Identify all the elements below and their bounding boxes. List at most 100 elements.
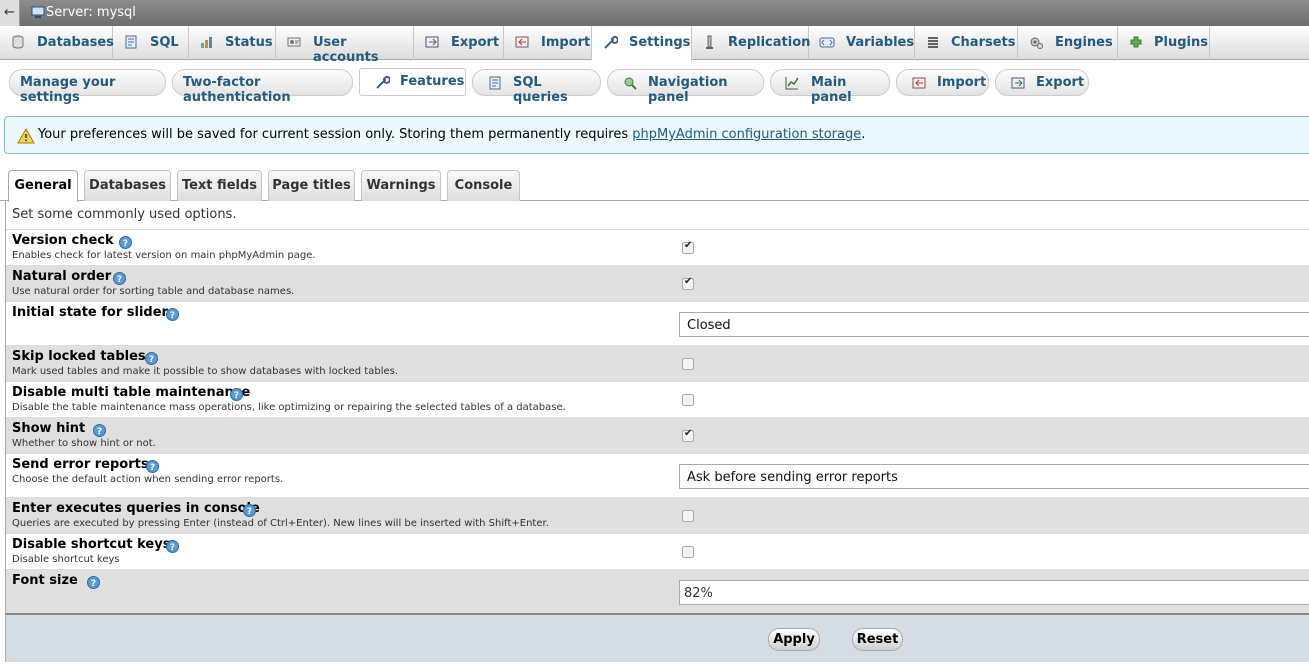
- subtab-label: Navigation panel: [648, 75, 728, 105]
- error-reports-select[interactable]: Ask before sending error reports: [679, 464, 1309, 489]
- charsets-icon: [928, 37, 938, 48]
- subtab-import[interactable]: Import: [896, 69, 989, 96]
- svg-text:?: ?: [117, 275, 122, 285]
- subtab-label: Manage your settings: [20, 75, 116, 105]
- tab-charsets[interactable]: Charsets: [915, 26, 1018, 60]
- database-icon: [12, 35, 24, 49]
- setting-description: Enables check for latest version on main…: [12, 250, 316, 261]
- subtab-export[interactable]: Export: [995, 69, 1089, 96]
- svg-text:?: ?: [170, 311, 175, 321]
- tab-page-titles[interactable]: Page titles: [268, 170, 355, 201]
- tab-user-accounts[interactable]: User accounts: [276, 26, 414, 65]
- tab-status[interactable]: Status: [189, 26, 276, 60]
- tab-label: Warnings: [366, 178, 436, 193]
- export-icon: [1011, 77, 1025, 89]
- server-icon: [31, 6, 45, 18]
- tab-text-fields[interactable]: Text fields: [177, 170, 262, 201]
- tab-sql[interactable]: SQL: [113, 26, 189, 60]
- show-hint-checkbox[interactable]: [682, 428, 694, 442]
- tab-label: Export: [451, 35, 500, 50]
- server-breadcrumb[interactable]: Server: mysql: [46, 5, 136, 20]
- user-accounts-icon: [287, 37, 301, 47]
- tab-databases-settings[interactable]: Databases: [84, 170, 171, 201]
- initial-sliders-select[interactable]: Closed: [679, 312, 1309, 337]
- tab-label: Status: [225, 35, 273, 50]
- collapse-navigation-button[interactable]: ←: [0, 0, 20, 26]
- setting-row-initial-sliders: Initial state for sliders ? Closed: [6, 301, 1309, 345]
- natural-order-checkbox[interactable]: [682, 276, 694, 290]
- tab-label: Import: [541, 35, 591, 50]
- shortcut-keys-checkbox[interactable]: [682, 546, 694, 558]
- subtab-sql-queries[interactable]: SQL queries: [472, 69, 601, 105]
- engines-icon: [1030, 37, 1043, 49]
- tab-databases[interactable]: Databases: [0, 26, 114, 60]
- replication-icon: [706, 35, 713, 49]
- config-storage-link[interactable]: phpMyAdmin configuration storage: [632, 127, 861, 142]
- help-icon[interactable]: ?: [166, 308, 179, 321]
- help-icon[interactable]: ?: [119, 236, 132, 249]
- status-icon: [201, 37, 212, 48]
- tab-general[interactable]: General: [8, 170, 78, 202]
- svg-text:?: ?: [97, 427, 102, 437]
- setting-label: Font size: [12, 573, 78, 588]
- tab-plugins[interactable]: Plugins: [1118, 26, 1210, 60]
- tab-settings[interactable]: Settings: [592, 26, 692, 61]
- help-icon[interactable]: ?: [113, 272, 126, 285]
- subtab-label: Export: [1036, 75, 1085, 90]
- subtab-label: Main panel: [811, 75, 852, 105]
- help-icon[interactable]: ?: [146, 460, 159, 473]
- form-intro: Set some commonly used options.: [12, 207, 237, 222]
- help-icon[interactable]: ?: [93, 424, 106, 437]
- tab-label: Console: [454, 178, 513, 193]
- help-icon[interactable]: ?: [243, 504, 256, 517]
- sql-icon: [489, 76, 501, 90]
- enter-executes-checkbox[interactable]: [682, 510, 694, 522]
- setting-label: Show hint: [12, 421, 86, 436]
- tab-console[interactable]: Console: [447, 170, 520, 201]
- subtab-two-factor[interactable]: Two-factor authentication: [172, 69, 353, 105]
- setting-description: Mark used tables and make it possible to…: [12, 366, 399, 377]
- setting-label: Initial state for sliders: [12, 305, 176, 320]
- tab-variables[interactable]: Variables: [809, 26, 915, 60]
- apply-button[interactable]: Apply: [768, 628, 820, 651]
- settings-submenu: Manage your settings Two-factor authenti…: [0, 60, 1309, 108]
- skip-locked-checkbox[interactable]: [682, 358, 694, 370]
- settings-tabs: General Databases Text fields Page title…: [0, 170, 1309, 202]
- reset-button[interactable]: Reset: [852, 628, 903, 651]
- tab-label: Databases: [37, 35, 114, 50]
- notice-text-block: Your preferences will be saved for curre…: [38, 127, 865, 142]
- setting-row-error-reports: Send error reports ? Choose the default …: [6, 453, 1309, 497]
- tab-label: Variables: [846, 35, 915, 50]
- setting-label: Send error reports: [12, 457, 149, 472]
- tab-engines[interactable]: Engines: [1018, 26, 1118, 60]
- setting-label: Enter executes queries in console: [12, 501, 260, 516]
- setting-row-shortcut-keys: Disable shortcut keys ? Disable shortcut…: [6, 533, 1309, 569]
- export-icon: [425, 36, 439, 48]
- tab-label: Databases: [89, 178, 166, 193]
- help-icon[interactable]: ?: [145, 352, 158, 365]
- tab-label: Text fields: [181, 178, 258, 193]
- tab-warnings[interactable]: Warnings: [361, 170, 441, 201]
- tab-import[interactable]: Import: [504, 26, 592, 60]
- svg-text:?: ?: [247, 507, 252, 517]
- tab-label: Page titles: [272, 178, 351, 193]
- svg-text:?: ?: [123, 239, 128, 249]
- help-icon[interactable]: ?: [166, 540, 179, 553]
- svg-text:?: ?: [150, 463, 155, 473]
- subtab-label: Features: [400, 74, 465, 89]
- help-icon[interactable]: ?: [87, 576, 100, 589]
- font-size-input[interactable]: 82%: [679, 580, 1309, 605]
- setting-row-enter-executes: Enter executes queries in console ? Quer…: [6, 497, 1309, 533]
- subtab-navigation-panel[interactable]: Navigation panel: [607, 69, 764, 105]
- version-check-checkbox[interactable]: [682, 240, 694, 254]
- multi-maintenance-checkbox[interactable]: [682, 394, 694, 406]
- setting-description: Use natural order for sorting table and …: [12, 286, 295, 297]
- help-icon[interactable]: ?: [230, 388, 243, 401]
- tab-export[interactable]: Export: [414, 26, 504, 60]
- subtab-main-panel[interactable]: Main panel: [770, 69, 890, 105]
- setting-row-show-hint: Show hint ? Whether to show hint or not.: [6, 417, 1309, 453]
- subtab-features[interactable]: Features: [359, 68, 466, 96]
- plugins-icon: [1130, 36, 1142, 48]
- tab-replication[interactable]: Replication: [692, 26, 810, 60]
- subtab-manage-settings[interactable]: Manage your settings: [9, 69, 166, 105]
